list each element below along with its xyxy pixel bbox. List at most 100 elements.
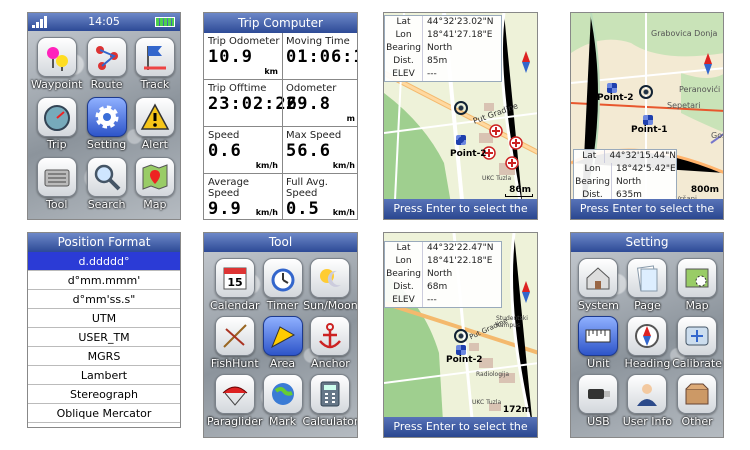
poi-label: UKC Tuzla: [482, 175, 512, 182]
trip-field: Speed 0.6 km/h: [204, 127, 282, 174]
menu-item-label: Anchor: [311, 357, 350, 370]
field-value: 0.6: [208, 141, 242, 161]
system-icon: [578, 258, 619, 298]
usb-menu-item[interactable]: USB: [574, 374, 623, 428]
map-screen-2: Grabovica Donja Peranovići Sepetari Gos …: [570, 12, 724, 220]
info-key: Dist.: [385, 281, 423, 294]
waypoint-menu-item[interactable]: Waypoint: [31, 37, 82, 91]
format-option[interactable]: Stereograph: [28, 385, 180, 404]
field-value: 10.9: [208, 47, 253, 67]
other-menu-item[interactable]: Other: [672, 374, 722, 428]
format-option[interactable]: d°mm'ss.s": [28, 290, 180, 309]
menu-item-label: Other: [681, 415, 713, 428]
format-option[interactable]: MGRS: [28, 347, 180, 366]
menu-item-label: Mark: [268, 415, 297, 428]
user-info-menu-item[interactable]: User Info: [623, 374, 672, 428]
map-screen-1: Lat 44°32'23.02"N Lon 18°41'27.18"E Bearing N…: [383, 12, 538, 220]
info-value: ---: [427, 295, 437, 305]
system-menu-item[interactable]: System: [574, 258, 623, 312]
map-screen-3: Lat 44°32'22.47"N Lon 18°41'22.18"E Bearing N…: [383, 232, 538, 438]
unit-menu-item[interactable]: Unit: [574, 316, 623, 370]
field-unit: km/h: [332, 161, 355, 170]
point-label: Point-2: [446, 355, 483, 365]
format-option[interactable]: d.ddddd°: [28, 252, 180, 271]
info-key: Lon: [574, 163, 612, 176]
info-value: North: [427, 43, 453, 53]
search-menu-item[interactable]: Search: [82, 157, 130, 211]
map-menu-item[interactable]: Map: [131, 157, 179, 211]
trip-menu-item[interactable]: Trip: [31, 97, 82, 151]
select-point-hint: Press Enter to select the point: [384, 417, 537, 437]
trip-field: Max Speed 56.6 km/h: [282, 127, 357, 174]
place-label: Grabovica Donja: [651, 29, 718, 38]
compass-icon: [521, 281, 531, 303]
paraglider-menu-item[interactable]: Paraglider: [207, 374, 263, 428]
calibrate-menu-item[interactable]: Calibrate: [672, 316, 722, 370]
anchor-menu-item[interactable]: Anchor: [303, 316, 357, 370]
column-divider: [282, 33, 283, 219]
calculator-menu-item[interactable]: Calculator: [303, 374, 357, 428]
place-label: Peranovići: [679, 85, 721, 94]
timer-icon: [262, 258, 303, 298]
menu-item-label: Area: [269, 357, 296, 370]
route-menu-item[interactable]: Route: [82, 37, 130, 91]
fishhunt-menu-item[interactable]: FishHunt: [207, 316, 263, 370]
waypoint-marker-icon[interactable]: [643, 115, 653, 125]
field-label: Full Avg. Speed: [286, 177, 328, 199]
timer-menu-item[interactable]: Timer: [262, 258, 303, 312]
crosshair-icon: [454, 329, 468, 343]
setting-menu-item[interactable]: Setting: [82, 97, 130, 151]
info-key: Lat: [385, 16, 423, 29]
screen-title: Trip Computer: [204, 13, 357, 33]
battery-icon: [155, 17, 175, 27]
area-menu-item[interactable]: Area: [262, 316, 303, 370]
point-info-panel: Lat 44°32'23.02"N Lon 18°41'27.18"E Bearing N…: [384, 15, 502, 82]
waypoint-marker-icon[interactable]: [456, 345, 466, 355]
info-row: Bearing North: [574, 176, 676, 189]
select-point-hint: Press Enter to select the point: [384, 199, 537, 219]
crosshair-icon: [454, 101, 468, 115]
map-menu-item[interactable]: Map: [672, 258, 722, 312]
route-icon: [86, 37, 127, 77]
setting-menu: System Page Map Unit Heading Calibrate USB User…: [574, 258, 722, 428]
format-option[interactable]: Lambert: [28, 366, 180, 385]
calculator-icon: [310, 374, 351, 414]
format-option[interactable]: Oblique Mercator: [28, 404, 180, 423]
trip-icon: [36, 97, 77, 137]
mark-menu-item[interactable]: Mark: [262, 374, 303, 428]
info-key: Dist.: [385, 55, 423, 68]
trip-field: Trip Offtime 23:02:26: [204, 80, 297, 127]
alert-menu-item[interactable]: Alert: [131, 97, 179, 151]
trip-field: Moving Time01:06:19: [282, 33, 357, 80]
calendar-icon: 15: [214, 258, 255, 298]
sun-moon-menu-item[interactable]: Sun/Moon: [303, 258, 357, 312]
menu-item-label: Paraglider: [207, 415, 263, 428]
info-key: Bearing: [574, 176, 612, 189]
info-key: ELEV: [385, 294, 423, 307]
info-row: Dist. 68m: [385, 281, 501, 294]
field-label: Trip Odometer: [208, 36, 280, 47]
tool-menu-item[interactable]: Tool: [31, 157, 82, 211]
page-menu-item[interactable]: Page: [623, 258, 672, 312]
place-label: Gos: [711, 131, 723, 140]
calendar-menu-item[interactable]: 15 Calendar: [207, 258, 263, 312]
format-option[interactable]: USER_TM: [28, 328, 180, 347]
waypoint-marker-icon[interactable]: [607, 83, 617, 93]
heading-menu-item[interactable]: Heading: [623, 316, 672, 370]
format-option[interactable]: UTM: [28, 309, 180, 328]
menu-item-label: Track: [140, 78, 170, 91]
waypoint-marker-icon[interactable]: [456, 135, 466, 145]
format-option[interactable]: d°mm.mmm': [28, 271, 180, 290]
info-row: Bearing North: [385, 42, 501, 55]
field-value: 29.8: [286, 94, 331, 114]
menu-item-label: Calibrate: [672, 357, 722, 370]
info-value: 18°41'22.18"E: [427, 256, 493, 266]
info-key: ELEV: [385, 68, 423, 81]
info-key: Lon: [385, 255, 423, 268]
menu-item-label: User Info: [622, 415, 673, 428]
trip-field: Odometer 29.8 m: [282, 80, 357, 127]
track-menu-item[interactable]: Track: [131, 37, 179, 91]
info-row: Lon 18°42'5.42"E: [574, 163, 676, 176]
trip-field: Average Speed 9.9 km/h: [204, 174, 282, 219]
heading-icon: [627, 316, 668, 356]
